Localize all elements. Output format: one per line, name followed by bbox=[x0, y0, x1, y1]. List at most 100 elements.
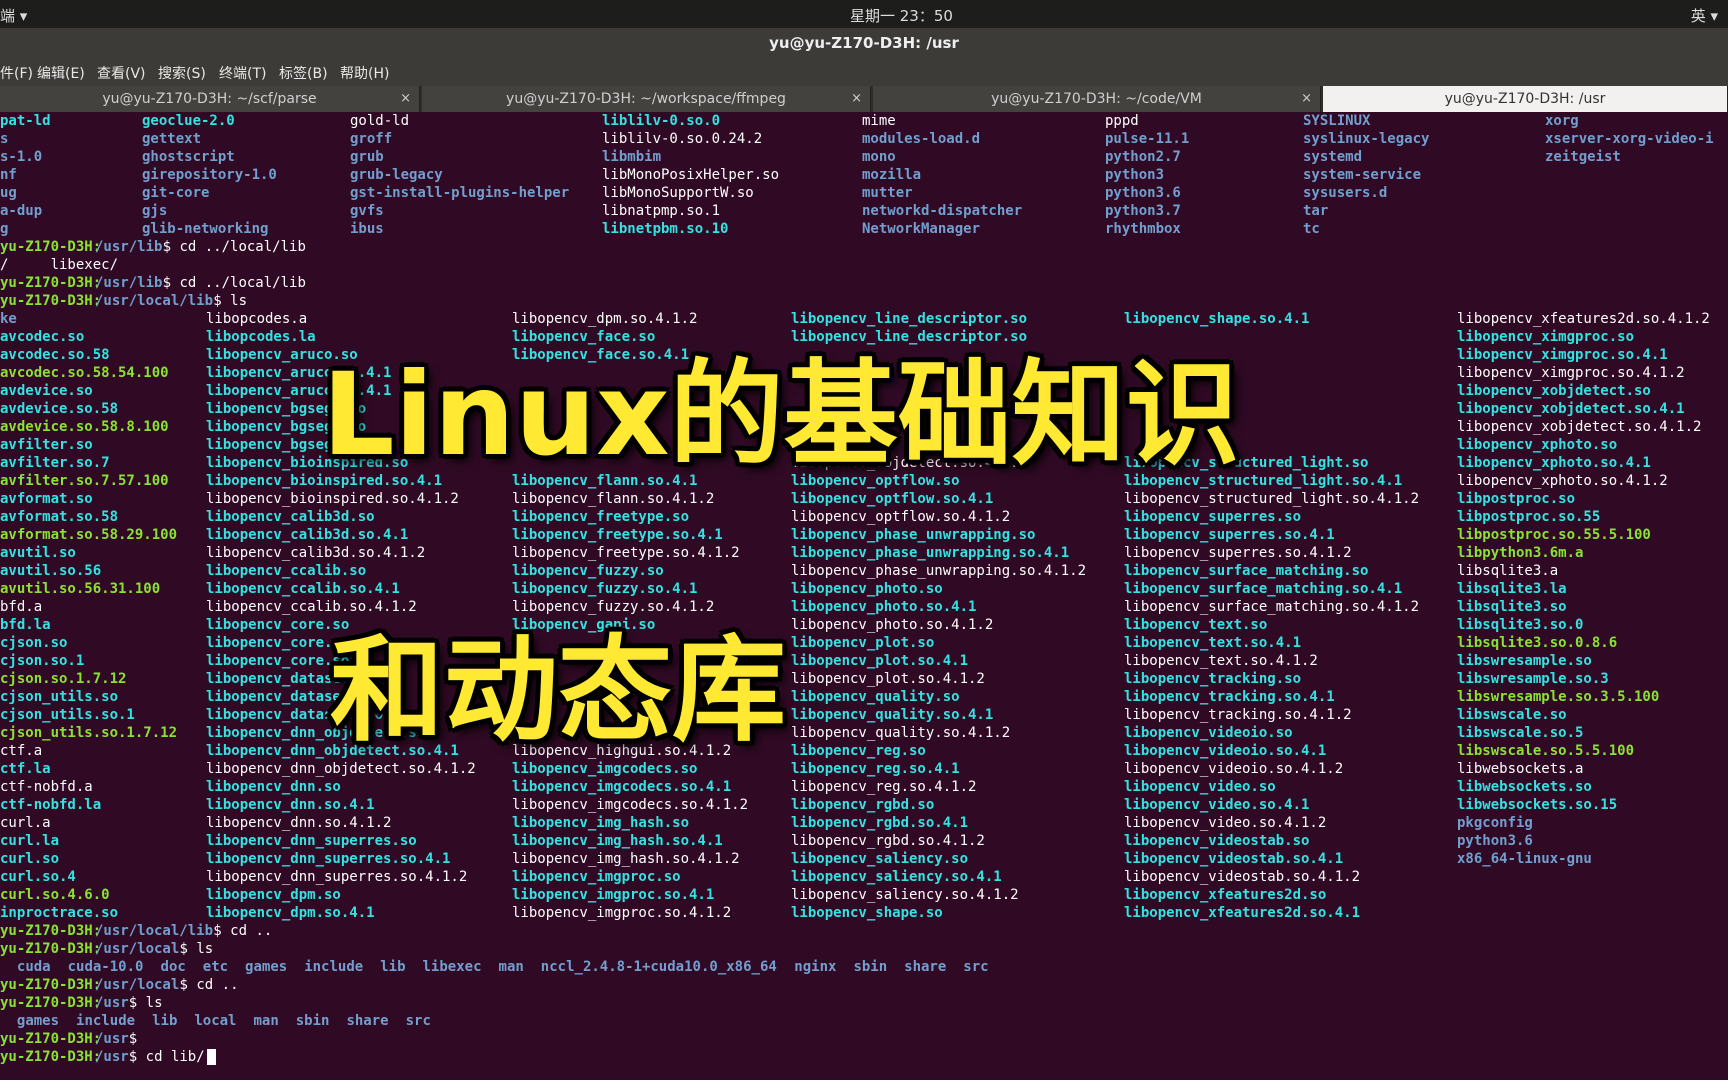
file-entry: libpython3.6m.a bbox=[1457, 545, 1584, 561]
window-title: yu@yu-Z170-D3H: /usr bbox=[0, 28, 1728, 58]
file-entry: libopencv_imgproc.so.4.1.2 bbox=[512, 905, 732, 921]
file-entry: libopencv_text.so.4.1 bbox=[1124, 635, 1302, 651]
dir-entry: tar bbox=[1303, 203, 1329, 219]
menu-file[interactable]: 件(F) bbox=[0, 63, 33, 83]
dir-entry bbox=[777, 958, 794, 976]
dir-entry: girepository-1.0 bbox=[142, 167, 277, 183]
menu-view[interactable]: 查看(V) bbox=[97, 63, 146, 83]
dir-entry bbox=[0, 1012, 17, 1030]
file-entry: libopencv_dnn_superres.so bbox=[206, 833, 417, 849]
file-entry: libopencv_videoio.so bbox=[1124, 725, 1293, 741]
terminal-output[interactable]: pat-ld geoclue-2.0 gold-ld liblilv-0.so.0 mi… bbox=[0, 112, 1728, 1080]
close-icon[interactable]: × bbox=[851, 86, 862, 112]
file-entry: libopencv_superres.so.4.1 bbox=[1124, 527, 1335, 543]
dir-entry bbox=[177, 1012, 194, 1030]
dir-entry: gvfs bbox=[350, 203, 384, 219]
file-entry: libopencv_ximgproc.so.4.1 bbox=[1457, 347, 1668, 363]
dir-entry: doc bbox=[160, 959, 186, 975]
dir-entry: grub-legacy bbox=[350, 167, 443, 183]
file-entry: avfilter.so bbox=[0, 437, 93, 453]
file-entry: libopencv_ccalib.so bbox=[206, 563, 367, 579]
file-entry: libopencv_video.so bbox=[1124, 779, 1276, 795]
app-menu[interactable]: 端 ▾ bbox=[0, 5, 27, 26]
prompt-command: $ cd .. bbox=[213, 923, 273, 939]
file-entry: libsqlite3.la bbox=[1457, 581, 1567, 597]
clock[interactable]: 星期一 23：50 bbox=[850, 5, 953, 26]
file-entry: cjson.so bbox=[0, 635, 68, 651]
tab-ffmpeg[interactable]: yu@yu-Z170-D3H: ~/workspace/ffmpeg × bbox=[422, 86, 871, 112]
menu-tabs[interactable]: 标签(B) bbox=[279, 63, 328, 83]
dir-entry: games bbox=[16, 1013, 60, 1029]
dir-entry: games bbox=[245, 959, 288, 975]
file-entry: libopencv_dnn_superres.so.4.1 bbox=[206, 851, 451, 867]
dir-entry bbox=[887, 958, 904, 976]
file-entry: libopencv_xobjdetect.so bbox=[1457, 383, 1651, 399]
file-entry: libopencv_surface_matching.so.4.1.2 bbox=[1124, 599, 1420, 615]
file-entry: libopencv_photo.so.4.1 bbox=[791, 599, 977, 615]
file-entry: libopencv_xfeatures2d.so bbox=[1124, 887, 1327, 903]
file-entry: libopencv_phase_unwrapping.so.4.1.2 bbox=[791, 563, 1087, 579]
prompt-user: yu-Z170-D3H: bbox=[0, 995, 102, 1011]
dir-entry: rhythmbox bbox=[1105, 221, 1181, 237]
input-method-indicator[interactable]: 英 ▾ bbox=[1691, 5, 1718, 26]
dir-entry: etc bbox=[202, 959, 229, 975]
file-entry: libopencv_imgcodecs.so.4.1 bbox=[512, 779, 732, 795]
file-entry: curl.so bbox=[0, 851, 60, 867]
prompt-path: /usr/local bbox=[95, 941, 180, 957]
dir-entry: libnatpmp.so.1 bbox=[602, 203, 721, 219]
dir-entry: s-1.0 bbox=[0, 149, 43, 165]
dir-entry: man bbox=[498, 959, 524, 975]
menu-terminal[interactable]: 终端(T) bbox=[219, 63, 266, 83]
file-entry: libopencv_quality.so.4.1.2 bbox=[791, 725, 1011, 741]
dir-entry: syslinux-legacy bbox=[1303, 131, 1430, 147]
prompt-path: /usr/lib bbox=[95, 275, 163, 291]
prompt-user: yu-Z170-D3H: bbox=[0, 941, 102, 957]
dir-entry: sbin bbox=[853, 959, 888, 975]
dir-entry: a-dup bbox=[0, 203, 43, 219]
file-entry: cjson_utils.so.1.7.12 bbox=[0, 725, 178, 741]
prompt-command: $ cd lib/ bbox=[128, 1049, 205, 1065]
tab-code-vm[interactable]: yu@yu-Z170-D3H: ~/code/VM × bbox=[873, 86, 1321, 112]
file-entry: avformat.so.58 bbox=[0, 509, 119, 525]
menu-help[interactable]: 帮助(H) bbox=[340, 63, 389, 83]
dir-entry: xserver-xorg-video-i bbox=[1545, 131, 1714, 147]
tab-usr[interactable]: yu@yu-Z170-D3H: /usr bbox=[1323, 86, 1728, 112]
dir-entry: SYSLINUX bbox=[1303, 113, 1371, 129]
close-icon[interactable]: × bbox=[1301, 86, 1312, 112]
file-entry: libopencv_plot.so.4.1 bbox=[791, 653, 969, 669]
file-entry: avutil.so bbox=[0, 545, 76, 561]
file-entry: libopencv_text.so.4.1.2 bbox=[1124, 653, 1318, 669]
dir-entry: grub bbox=[350, 149, 384, 165]
dir-entry: s bbox=[0, 131, 9, 147]
menu-edit[interactable]: 编辑(E) bbox=[37, 63, 85, 83]
file-entry: libopencv_ximgproc.so bbox=[1457, 329, 1635, 345]
file-entry: libswresample.so bbox=[1457, 653, 1592, 669]
prompt-command: $ bbox=[128, 1031, 138, 1047]
dir-entry: glib-networking bbox=[142, 221, 269, 237]
file-entry: avdevice.so bbox=[0, 383, 93, 399]
file-entry: libopencv_dnn.so.4.1.2 bbox=[206, 815, 392, 831]
file-entry: libopencv_tracking.so.4.1 bbox=[1124, 689, 1335, 705]
file-entry: libopencv_ximgproc.so.4.1.2 bbox=[1457, 365, 1685, 381]
file-entry: libwebsockets.so.15 bbox=[1457, 797, 1618, 813]
file-entry: libsqlite3.so.0 bbox=[1457, 617, 1584, 633]
file-entry: libopencv_imgproc.so.4.1 bbox=[512, 887, 715, 903]
dir-entry: git-core bbox=[142, 185, 210, 201]
dir-entry bbox=[946, 958, 963, 976]
file-entry: libopencv_rgbd.so.4.1 bbox=[791, 815, 969, 831]
dir-entry: liblilv-0.so.0 bbox=[602, 113, 721, 129]
file-entry: libopencv_photo.so bbox=[791, 581, 943, 597]
dir-entry: zeitgeist bbox=[1545, 149, 1621, 165]
prompt-user: yu-Z170-D3H: bbox=[0, 923, 102, 939]
file-entry: libopencv_core.so bbox=[206, 653, 350, 669]
dir-entry: NetworkManager bbox=[862, 221, 981, 237]
file-entry: libopencv_saliency.so.4.1 bbox=[791, 869, 1002, 885]
tab-scf-parse[interactable]: yu@yu-Z170-D3H: ~/scf/parse × bbox=[0, 86, 420, 112]
close-icon[interactable]: × bbox=[400, 86, 411, 112]
menu-search[interactable]: 搜索(S) bbox=[158, 63, 206, 83]
dir-entry bbox=[228, 958, 245, 976]
file-entry: avfilter.so.7.57.100 bbox=[0, 473, 169, 489]
file-entry: libopencv_calib3d.so.4.1.2 bbox=[206, 545, 426, 561]
file-entry: libopencv_surface_matching.so.4.1 bbox=[1124, 581, 1403, 597]
file-entry: libopencv_dnn.so.4.1 bbox=[206, 797, 375, 813]
